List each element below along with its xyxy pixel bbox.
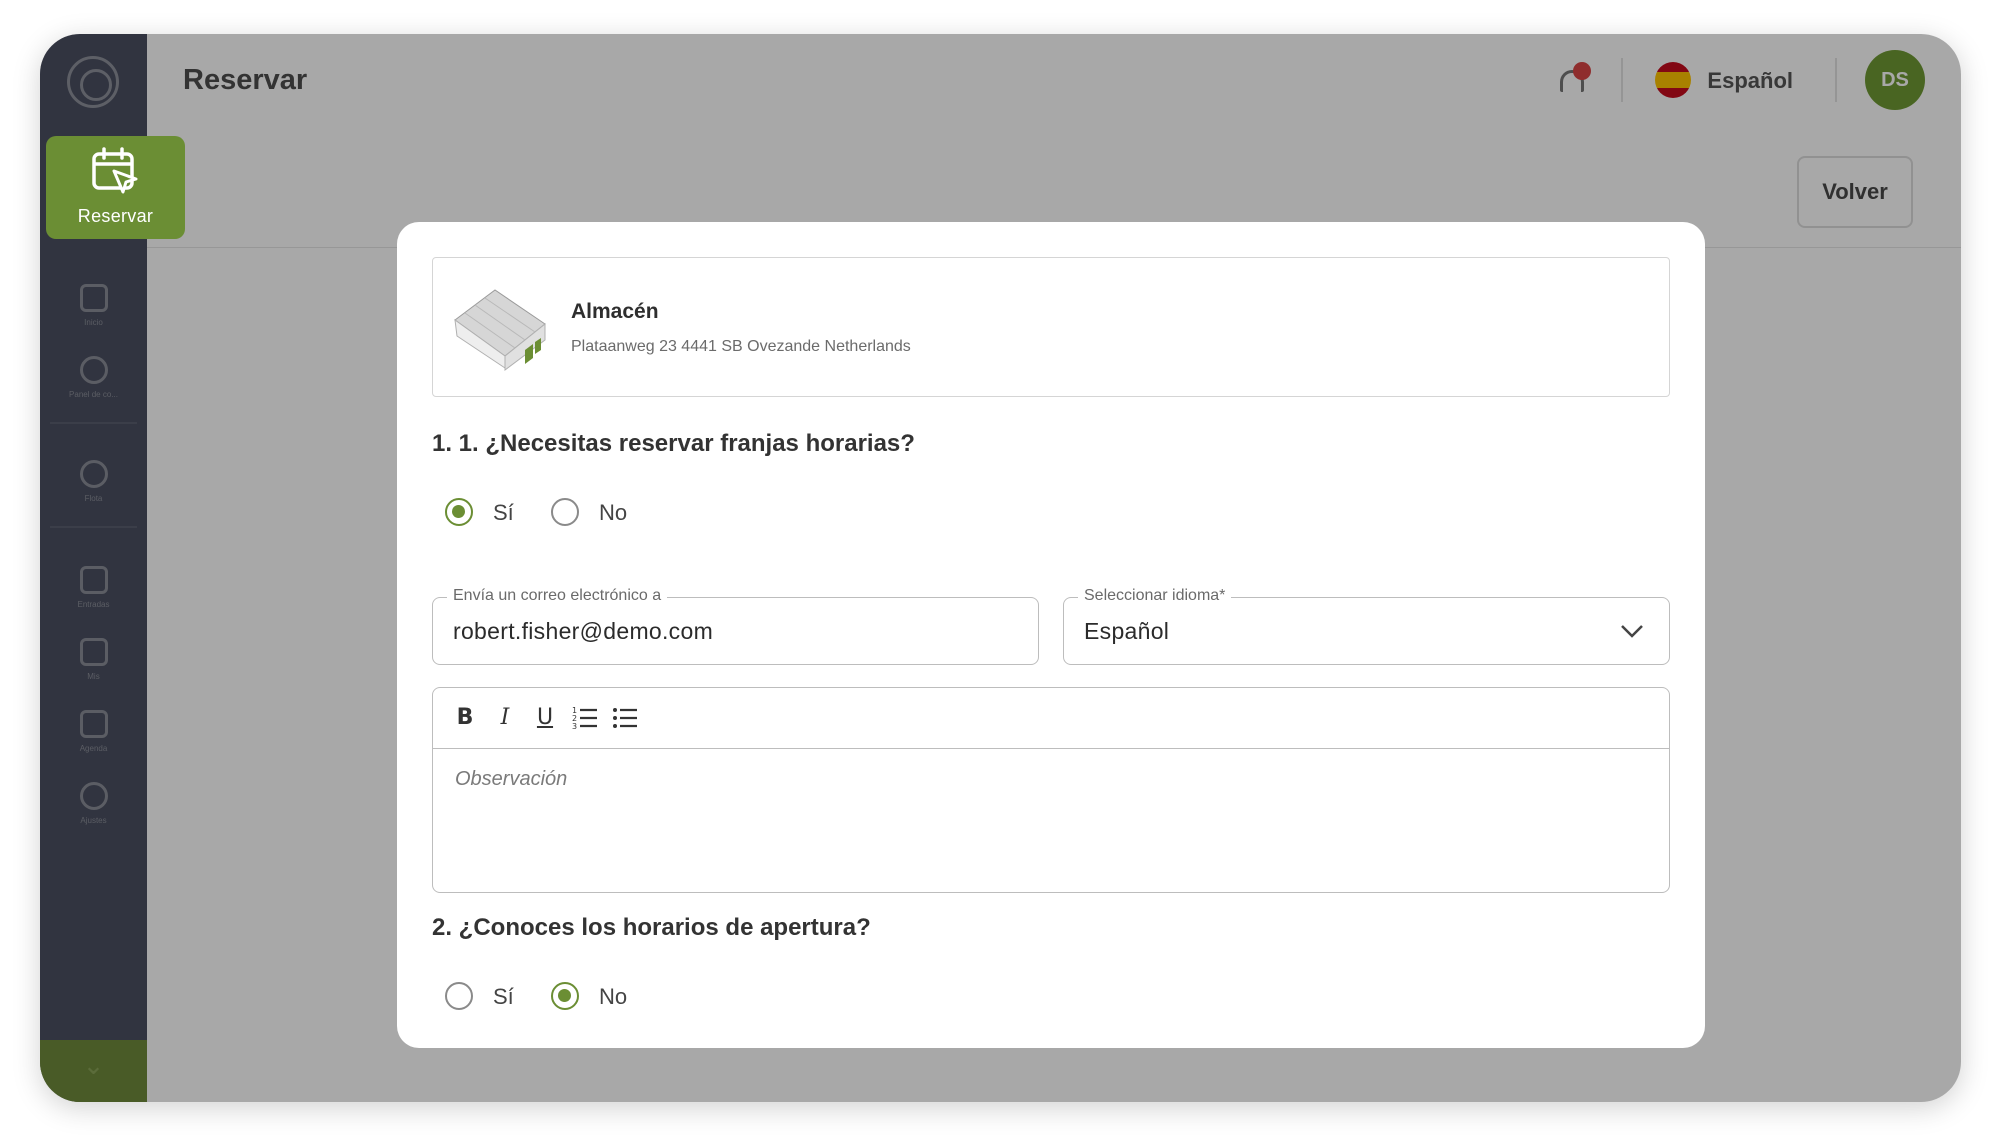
radio-checked-icon — [445, 498, 473, 526]
question-1-title: 1. 1. ¿Necesitas reservar franjas horari… — [432, 430, 915, 457]
reservation-modal: Almacén Plataanweg 23 4441 SB Ovezande N… — [397, 222, 1705, 1048]
email-input[interactable]: robert.fisher@demo.com — [453, 618, 713, 645]
underline-icon[interactable]: U — [531, 704, 559, 732]
svg-text:3: 3 — [572, 722, 577, 731]
sidebar-item-reservar[interactable]: Reservar — [46, 136, 185, 239]
email-field[interactable]: Envía un correo electrónico a robert.fis… — [432, 587, 1039, 665]
radio-unchecked-icon — [551, 498, 579, 526]
calendar-cursor-icon — [92, 147, 138, 194]
language-select[interactable]: Seleccionar idioma* Español — [1063, 587, 1670, 665]
bold-icon[interactable]: B — [451, 704, 479, 732]
chevron-down-icon[interactable] — [1619, 618, 1645, 644]
question-2-title: 2. ¿Conoces los horarios de apertura? — [432, 914, 871, 941]
editor-toolbar: B I U 1 2 3 — [433, 688, 1669, 749]
location-card: Almacén Plataanweg 23 4441 SB Ovezande N… — [432, 257, 1670, 397]
warehouse-icon — [454, 289, 546, 371]
ordered-list-icon[interactable]: 1 2 3 — [571, 704, 599, 732]
radio-checked-icon — [551, 982, 579, 1010]
location-address: Plataanweg 23 4441 SB Ovezande Netherlan… — [571, 338, 911, 355]
observation-textarea[interactable]: Observación — [455, 768, 567, 791]
radio-unchecked-icon — [445, 982, 473, 1010]
italic-icon[interactable]: I — [491, 704, 519, 732]
bullet-list-icon[interactable] — [611, 704, 639, 732]
observation-editor: B I U 1 2 3 Observación — [432, 687, 1670, 893]
location-name: Almacén — [571, 300, 659, 323]
app-window: Inicio Panel de co... Flota Entradas Mis… — [40, 34, 1961, 1102]
